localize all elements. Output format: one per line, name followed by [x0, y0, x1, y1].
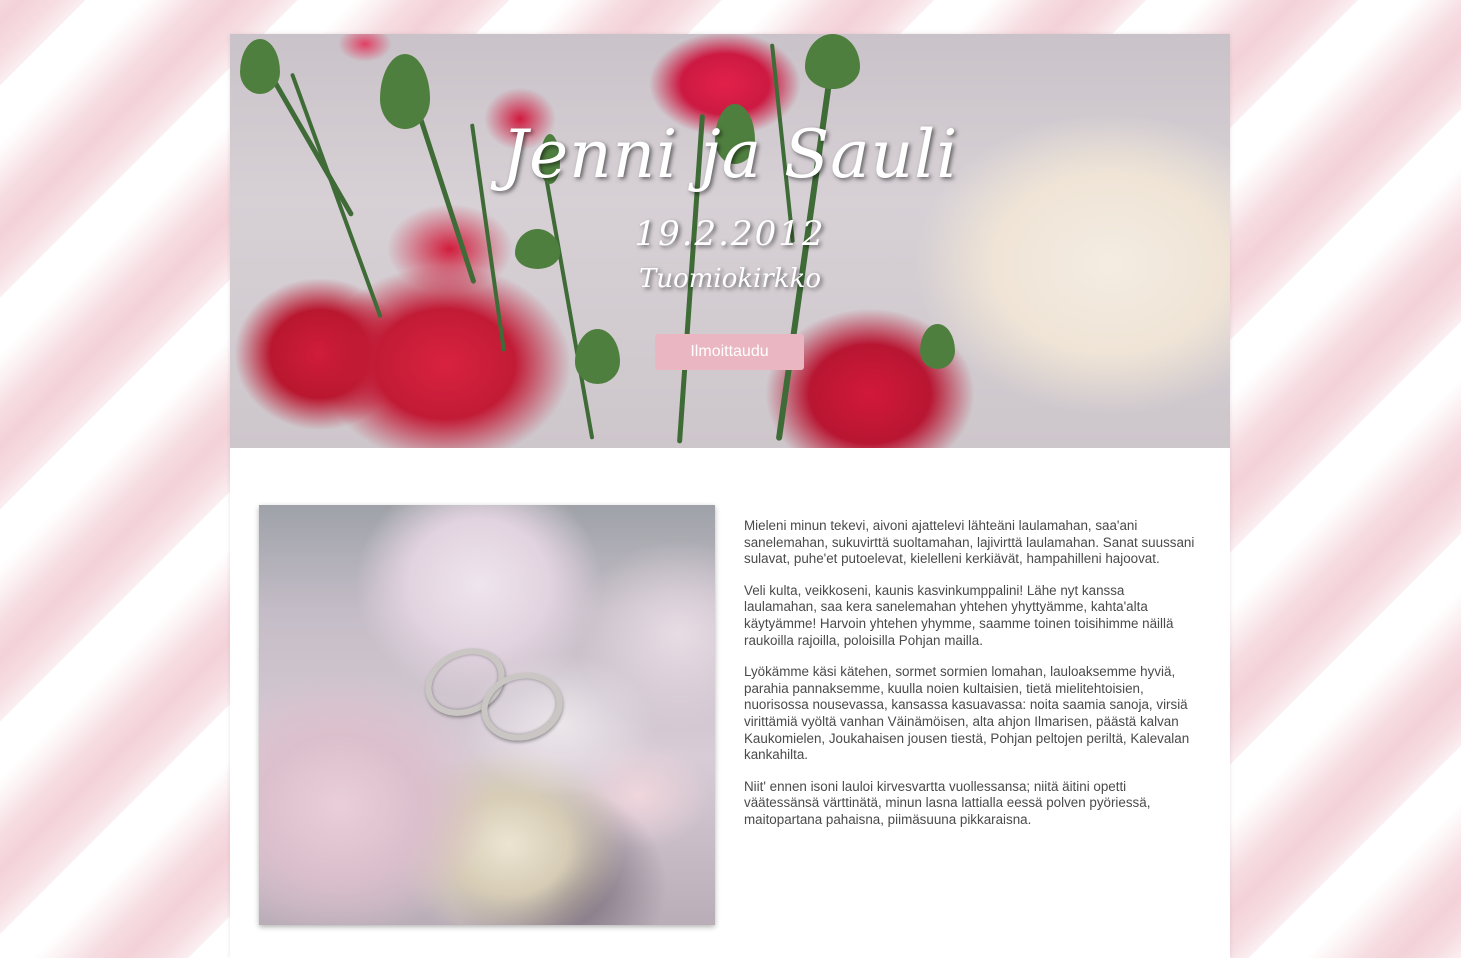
page-card: Jenni ja Sauli 19.2.2012 Tuomiokirkko Il…: [230, 34, 1230, 958]
wedding-date: 19.2.2012: [634, 214, 826, 254]
couple-names-title: Jenni ja Sauli: [501, 116, 959, 193]
paragraph: Veli kulta, veikkoseni, kaunis kasvinkum…: [744, 582, 1174, 648]
paragraph: Lyökämme käsi kätehen, sormet sormien lo…: [744, 664, 1190, 763]
paragraph: Mieleni minun tekevi, aivoni ajattelevi …: [744, 518, 1195, 567]
signup-button[interactable]: Ilmoittaudu: [655, 334, 804, 370]
intro-text: Mieleni minun tekevi, aivoni ajattelevi …: [744, 518, 1199, 844]
paragraph: Niit' ennen isoni lauloi kirvesvartta vu…: [744, 778, 1151, 827]
hero-banner: Jenni ja Sauli 19.2.2012 Tuomiokirkko Il…: [230, 34, 1230, 448]
wedding-venue: Tuomiokirkko: [638, 264, 822, 294]
rings-photo: [259, 505, 715, 925]
